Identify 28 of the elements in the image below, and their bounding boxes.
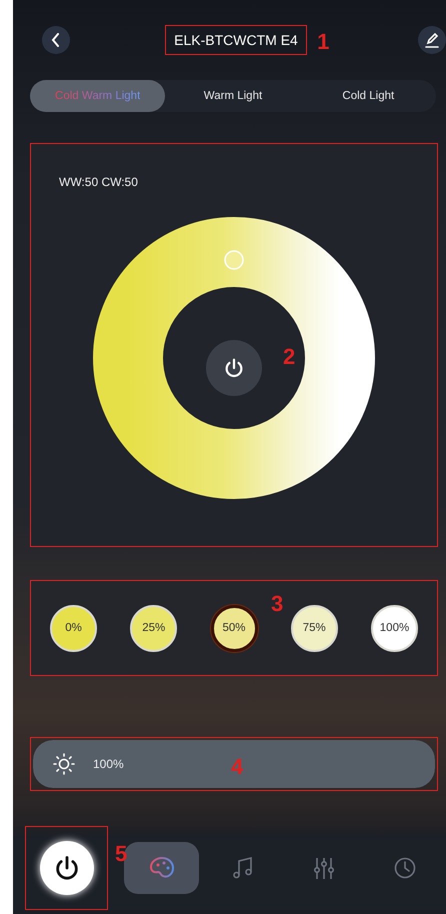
ww-cw-reading: WW:50 CW:50 (58, 174, 139, 190)
device-title: ELK-BTCWCTM E4 (165, 25, 307, 55)
power-icon (223, 357, 245, 379)
music-icon (232, 856, 254, 880)
palette-icon (148, 856, 174, 880)
clock-icon (394, 857, 416, 879)
edit-button[interactable] (418, 26, 446, 54)
preset-button[interactable]: 25% (130, 604, 178, 652)
power-button[interactable] (40, 841, 94, 895)
sun-icon (53, 753, 75, 775)
sliders-icon (312, 857, 334, 879)
brightness-reading: 100% (93, 757, 124, 771)
preset-button[interactable]: 75% (290, 604, 338, 652)
back-icon (51, 33, 61, 47)
callout-number: 2 (283, 346, 296, 368)
callout-number: 4 (231, 756, 244, 778)
back-button[interactable] (42, 26, 70, 54)
preset-button[interactable]: 100% (371, 604, 418, 652)
ring-thumb[interactable] (224, 250, 244, 270)
callout-number: 3 (271, 593, 284, 615)
mode-tab[interactable]: Cold Light (300, 80, 436, 112)
mode-tab[interactable]: Warm Light (165, 80, 301, 112)
preset-button[interactable]: 0% (50, 604, 97, 652)
preset-button[interactable]: 50% (210, 604, 258, 652)
color-ring[interactable] (93, 217, 375, 499)
callout-number: 1 (317, 31, 330, 53)
callout-number: 5 (115, 843, 128, 865)
edit-icon (425, 32, 439, 48)
